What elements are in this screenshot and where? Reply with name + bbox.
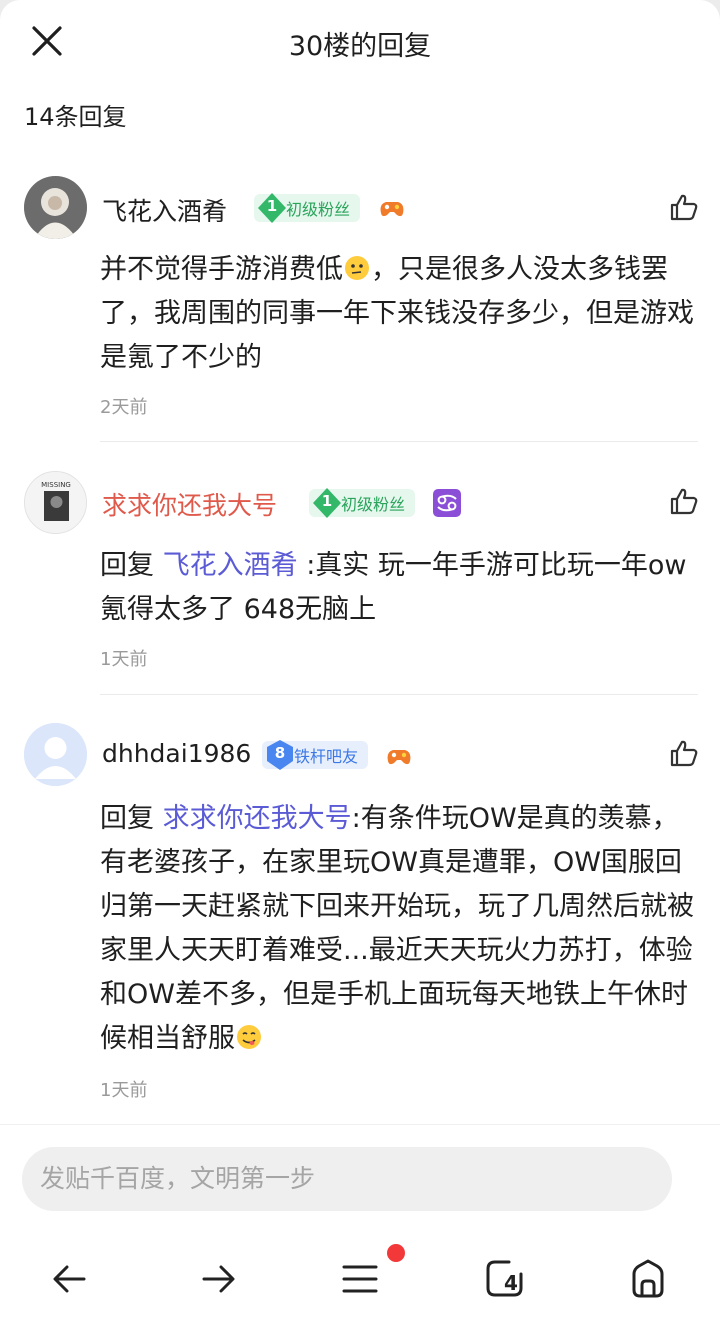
thinking-emoji-icon (345, 256, 369, 280)
back-arrow-icon[interactable] (48, 1257, 92, 1301)
tabs-icon[interactable]: 4 (483, 1257, 527, 1301)
avatar[interactable] (24, 723, 87, 786)
fan-level-badge: 8 铁杆吧友 (262, 740, 369, 770)
yum-emoji-icon (237, 1025, 261, 1049)
reply-prefix: 回复 (100, 803, 154, 834)
avatar[interactable] (24, 176, 87, 239)
mention-link[interactable]: 飞花入酒肴 (163, 550, 298, 581)
bottom-bar: 发贴千百度，文明第一步 4 (0, 1124, 720, 1325)
username[interactable]: 求求你还我大号 (102, 486, 277, 522)
comment-text-part: 并不觉得手游消费低 (100, 254, 343, 285)
fan-level-badge: 1 初级粉丝 (309, 488, 416, 518)
cancer-zodiac-icon (433, 489, 461, 517)
forward-arrow-icon[interactable] (196, 1257, 240, 1301)
badge-label: 初级粉丝 (341, 495, 406, 514)
reply-sheet: 30楼的回复 14条回复 飞花入酒肴 1 初级粉丝 并不觉得手游消费低 ，只是很… (0, 0, 720, 1325)
comment-text: 并不觉得手游消费低 ，只是很多人没太多钱罢了，我周围的同事一年下来钱没存多少，但是… (100, 248, 700, 380)
divider (100, 441, 698, 442)
badge-label: 铁杆吧友 (294, 747, 359, 766)
avatar[interactable]: MISSING (24, 471, 87, 534)
menu-icon[interactable] (338, 1257, 382, 1301)
level-number: 1 (321, 492, 333, 510)
username[interactable]: dhhdai1986 (102, 739, 251, 768)
username[interactable]: 飞花入酒肴 (102, 192, 227, 228)
comment-time: 2天前 (100, 397, 148, 418)
reply-input[interactable]: 发贴千百度，文明第一步 (22, 1147, 672, 1211)
tabs-count: 4 (504, 1271, 518, 1295)
game-controller-icon (380, 202, 404, 217)
reply-prefix: 回复 (100, 550, 154, 581)
level-number: 8 (274, 744, 286, 762)
header: 30楼的回复 (0, 0, 720, 80)
svg-text:MISSING: MISSING (41, 481, 71, 489)
comment-text-part: :有条件玩OW是真的羡慕，有老婆孩子，在家里玩OW真是遭罪，OW国服回归第一天赶… (100, 803, 694, 1054)
notification-dot (387, 1244, 405, 1262)
comment-text: 回复 求求你还我大号:有条件玩OW是真的羡慕，有老婆孩子，在家里玩OW真是遭罪，… (100, 797, 700, 1061)
like-icon[interactable] (668, 737, 700, 769)
comment-time: 1天前 (100, 649, 148, 670)
reply-count: 14条回复 (24, 103, 127, 131)
fan-level-badge: 1 初级粉丝 (254, 193, 361, 223)
badge-label: 初级粉丝 (286, 200, 351, 219)
game-controller-icon (387, 750, 411, 765)
like-icon[interactable] (668, 485, 700, 517)
comment-text: 回复 飞花入酒肴 :真实 玩一年手游可比玩一年ow氪得太多了 648无脑上 (100, 544, 700, 632)
home-icon[interactable] (626, 1257, 670, 1301)
comment-time: 1天前 (100, 1080, 148, 1101)
level-number: 1 (266, 197, 278, 215)
divider (100, 694, 698, 695)
like-icon[interactable] (668, 191, 700, 223)
mention-link[interactable]: 求求你还我大号 (163, 803, 352, 834)
page-title: 30楼的回复 (288, 31, 432, 62)
